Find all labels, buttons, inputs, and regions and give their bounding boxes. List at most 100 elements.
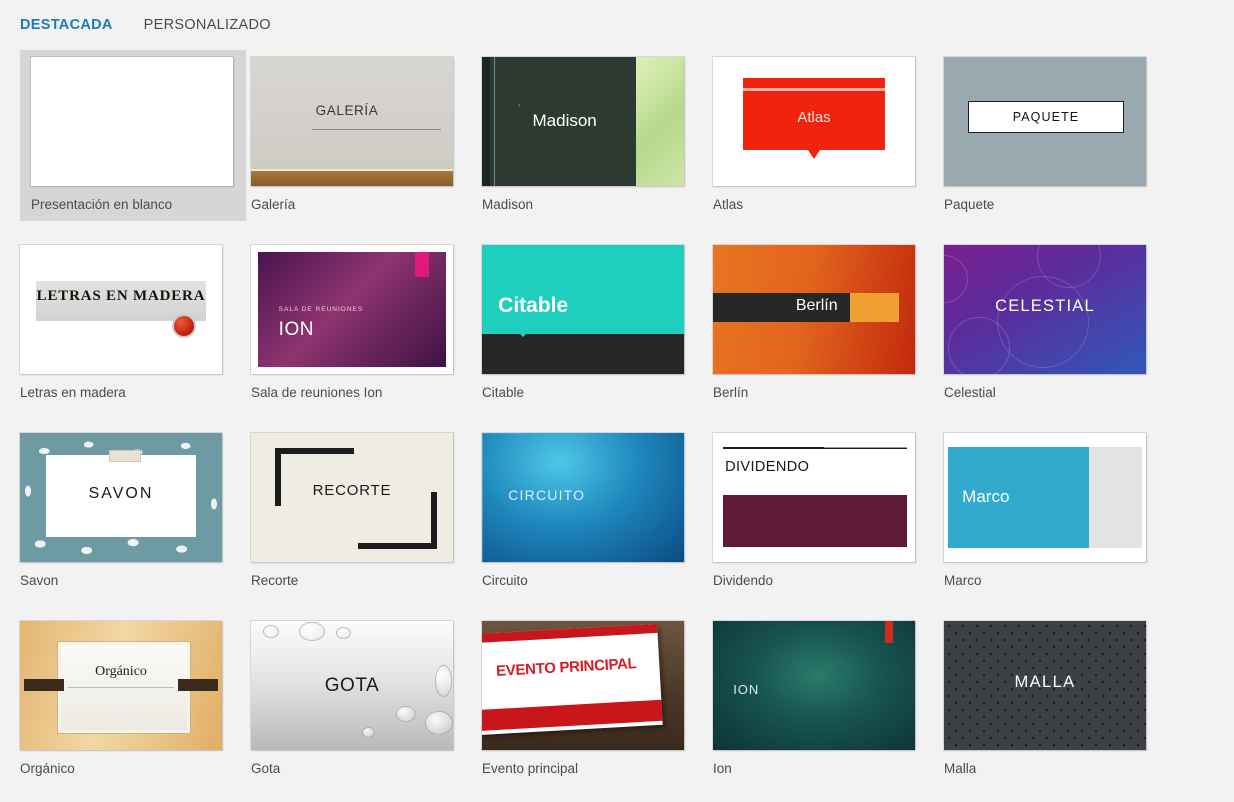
thumbnail-marco: Marco <box>944 433 1146 562</box>
thumbnail-wrapper: RECORTE <box>251 433 453 562</box>
thumbnail-title: CIRCUITO <box>508 487 585 503</box>
template-card-circuito[interactable]: CIRCUITO Circuito <box>482 426 707 588</box>
template-card-citable[interactable]: Citable Citable <box>482 238 707 400</box>
thumbnail-wrapper: Berlín <box>713 245 915 374</box>
template-category-tabs: DESTACADA PERSONALIZADO <box>0 0 1234 50</box>
maroon-content-block <box>723 495 907 547</box>
thumbnail-title: RECORTE <box>251 482 453 499</box>
template-card-recorte[interactable]: RECORTE Recorte <box>251 426 476 588</box>
template-card-cell: Marco Marco <box>944 426 1175 614</box>
template-label: Atlas <box>713 197 938 212</box>
template-card-cell: EVENTO PRINCIPAL Evento principal <box>482 614 713 802</box>
decorative-circle <box>997 276 1089 368</box>
template-label: Marco <box>944 573 1169 588</box>
right-dark-bar <box>178 679 218 691</box>
thumbnail-wrapper: ION <box>713 621 915 750</box>
water-droplet-icon <box>263 625 279 638</box>
thumbnail-wrapper: Citable <box>482 245 684 374</box>
template-label: Evento principal <box>482 761 707 776</box>
thumbnail-wrapper <box>31 57 233 186</box>
template-label: Sala de reuniones Ion <box>251 385 476 400</box>
template-card-letras-en-madera[interactable]: LETRAS EN MADERA Letras en madera <box>20 238 245 400</box>
template-card-cell: CIRCUITO Circuito <box>482 426 713 614</box>
template-label: Malla <box>944 761 1169 776</box>
thumbnail-wrapper: GALERÍA <box>251 57 453 186</box>
template-label: Letras en madera <box>20 385 245 400</box>
template-label: Savon <box>20 573 245 588</box>
template-card-atlas[interactable]: Atlas Atlas <box>713 50 938 212</box>
thumbnail-title: Orgánico <box>20 664 222 680</box>
thumbnail-wrapper: EVENTO PRINCIPAL <box>482 621 684 750</box>
dark-footer-bar <box>482 334 684 374</box>
template-card-cell: Citable Citable <box>482 238 713 426</box>
decorative-mark: ' <box>518 103 520 113</box>
red-tab-accent <box>885 621 893 643</box>
crop-mark-bottom-right-icon <box>358 492 437 550</box>
template-card-berlin[interactable]: Berlín Berlín <box>713 238 938 400</box>
template-label: Recorte <box>251 573 476 588</box>
thumbnail-circuito: CIRCUITO <box>482 433 684 562</box>
thumbnail-wrapper: Atlas <box>713 57 915 186</box>
template-label: Circuito <box>482 573 707 588</box>
thumbnail-title: DIVIDENDO <box>725 459 809 475</box>
thumbnail-wrapper: CIRCUITO <box>482 433 684 562</box>
purple-gradient-panel: SALA DE REUNIONES ION <box>258 252 446 367</box>
template-card-sala-de-reuniones-ion[interactable]: SALA DE REUNIONES ION Sala de reuniones … <box>251 238 476 400</box>
thumbnail-wrapper: SALA DE REUNIONES ION <box>251 245 453 374</box>
water-droplet-icon <box>362 727 375 738</box>
wax-seal-icon <box>174 316 194 336</box>
template-card-evento-principal[interactable]: EVENTO PRINCIPAL Evento principal <box>482 614 707 776</box>
thumbnail-title: EVENTO PRINCIPAL <box>482 654 659 681</box>
tab-destacada[interactable]: DESTACADA <box>20 17 113 33</box>
template-card-celestial[interactable]: CELESTIAL Celestial <box>944 238 1169 400</box>
paper-clip-icon <box>109 450 141 462</box>
template-card-paquete[interactable]: PAQUETE Paquete <box>944 50 1169 212</box>
template-card-organico[interactable]: Orgánico Orgánico <box>20 614 245 776</box>
red-banner: Atlas <box>743 78 884 150</box>
accent-line <box>494 57 495 186</box>
template-card-cell: Berlín Berlín <box>713 238 944 426</box>
template-label: Citable <box>482 385 707 400</box>
template-card-cell: RECORTE Recorte <box>251 426 482 614</box>
template-card-presentacion-en-blanco[interactable]: Presentación en blanco <box>20 50 246 221</box>
template-card-cell: LETRAS EN MADERA Letras en madera <box>20 238 251 426</box>
template-card-cell: SALA DE REUNIONES ION Sala de reuniones … <box>251 238 482 426</box>
wood-floor-band <box>251 169 453 186</box>
template-card-cell: ' Madison Madison <box>482 50 713 238</box>
template-card-savon[interactable]: SAVON Savon <box>20 426 245 588</box>
template-card-galeria[interactable]: GALERÍA Galería <box>251 50 476 212</box>
thumbnail-paquete: PAQUETE <box>944 57 1146 186</box>
template-card-cell: MALLA Malla <box>944 614 1175 802</box>
thumbnail-wrapper: LETRAS EN MADERA <box>20 245 222 374</box>
template-card-cell: GALERÍA Galería <box>251 50 482 238</box>
banner-pointer <box>808 150 820 159</box>
thumbnail-title: CELESTIAL <box>944 297 1146 316</box>
thumbnail-title: Marco <box>962 487 1009 507</box>
tab-personalizado[interactable]: PERSONALIZADO <box>144 17 271 33</box>
template-card-ion[interactable]: ION Ion <box>713 614 938 776</box>
thumbnail-title: GOTA <box>251 675 453 697</box>
thumbnail-wrapper: DIVIDENDO <box>713 433 915 562</box>
template-card-malla[interactable]: MALLA Malla <box>944 614 1169 776</box>
template-label: Galería <box>251 197 476 212</box>
thumbnail-evento-principal: EVENTO PRINCIPAL <box>482 621 684 750</box>
banner-stripe <box>743 88 884 91</box>
green-gradient-panel <box>636 57 684 186</box>
thumbnail-savon: SAVON <box>20 433 222 562</box>
template-card-marco[interactable]: Marco Marco <box>944 426 1169 588</box>
thumbnail-citable: Citable <box>482 245 684 374</box>
template-label: Ion <box>713 761 938 776</box>
thumbnail-wrapper: SAVON <box>20 433 222 562</box>
thumbnail-title: PAQUETE <box>1013 110 1080 124</box>
thumbnail-presentacion-en-blanco <box>31 57 233 186</box>
thumbnail-letras-en-madera: LETRAS EN MADERA <box>20 245 222 374</box>
template-card-gota[interactable]: GOTA Gota <box>251 614 476 776</box>
template-card-cell: CELESTIAL Celestial <box>944 238 1175 426</box>
template-card-cell: DIVIDENDO Dividendo <box>713 426 944 614</box>
thumbnail-title: SAVON <box>20 485 222 503</box>
template-card-cell: Presentación en blanco <box>20 50 251 238</box>
template-card-dividendo[interactable]: DIVIDENDO Dividendo <box>713 426 938 588</box>
thumbnail-title: Berlín <box>796 297 838 315</box>
template-card-madison[interactable]: ' Madison Madison <box>482 50 707 212</box>
thumbnail-dividendo: DIVIDENDO <box>713 433 915 562</box>
